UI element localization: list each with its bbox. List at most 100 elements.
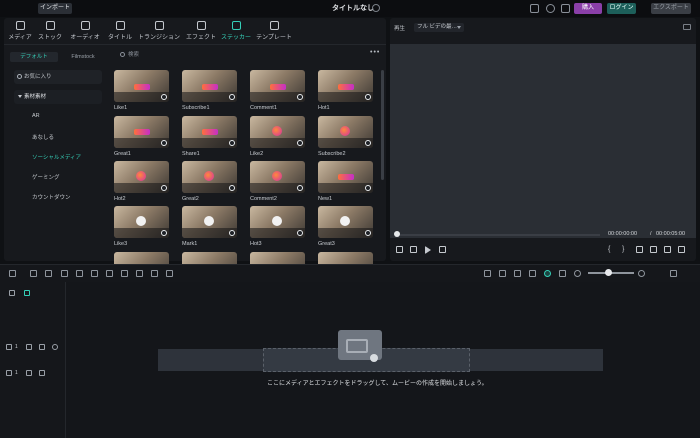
sticker-tile[interactable]: Subscribe1 [182,70,237,115]
shield-icon[interactable] [499,270,506,277]
download-icon[interactable] [229,185,235,191]
audio-mix-icon[interactable] [529,270,536,277]
download-icon[interactable] [229,140,235,146]
sidebar-item-ar[interactable]: AR [32,113,40,119]
lock-icon[interactable] [26,370,32,376]
monitor-icon[interactable] [530,4,539,13]
tab-titles[interactable]: タイトル [107,21,133,43]
marker-icon[interactable] [136,270,143,277]
layout-icon[interactable] [9,270,16,277]
sticker-tile[interactable]: Great2 [182,161,237,206]
buy-button[interactable]: 購入 [574,3,602,14]
search-input[interactable]: 検索 [118,50,318,60]
sidebar-item-social-media[interactable]: ソーシャルメディア [32,153,81,161]
import-button[interactable]: インポート [38,3,72,14]
sticker-tile[interactable]: Hot3 [250,206,305,251]
play-icon[interactable] [425,246,431,254]
tab-templates[interactable]: テンプレート [256,21,292,43]
playhead-knob[interactable] [394,231,400,237]
download-icon[interactable] [161,140,167,146]
crop-icon[interactable] [91,270,98,277]
project-settings-icon[interactable] [372,4,380,12]
keyframe-icon[interactable] [166,270,173,277]
volume-icon[interactable] [664,246,671,253]
undo-icon[interactable] [30,270,37,277]
stop-icon[interactable] [439,246,446,253]
favorites-item[interactable]: お気に入り [14,70,102,84]
tab-audio[interactable]: オーディオ [69,21,101,43]
sticker-tile[interactable]: Like3 [114,206,169,251]
download-icon[interactable] [365,230,371,236]
sticker-tile[interactable]: Comment1 [250,70,305,115]
zoom-out-icon[interactable] [574,270,581,277]
zoom-slider-knob[interactable] [605,269,612,276]
quality-select[interactable]: フル ビデの最… [414,23,464,32]
download-icon[interactable] [229,94,235,100]
export-button[interactable]: エクスポート [651,3,691,14]
download-icon[interactable] [297,94,303,100]
sticker-scrollbar[interactable] [381,70,384,180]
sidebar-item-anashiru[interactable]: あなしる [32,133,54,141]
mark-out-icon[interactable]: } [622,246,629,253]
redo-icon[interactable] [45,270,52,277]
link-icon[interactable] [24,290,30,296]
sidebar-item-countdown[interactable]: カウントダウン [32,193,71,201]
download-icon[interactable] [161,94,167,100]
download-icon[interactable] [297,140,303,146]
display-icon[interactable] [636,246,643,253]
tab-default[interactable]: デフォルト [10,52,58,62]
lock-icon[interactable] [26,344,32,350]
sticker-tile[interactable]: Like2 [250,116,305,161]
sticker-tile[interactable]: Subscribe2 [318,116,373,161]
delete-icon[interactable] [61,270,68,277]
tab-filmstock[interactable]: Filmstock [62,52,104,62]
sticker-tile[interactable]: Like1 [114,70,169,115]
zoom-in-icon[interactable] [638,270,645,277]
download-icon[interactable] [365,140,371,146]
sticker-tile[interactable]: New1 [318,161,373,206]
speed-icon[interactable] [106,270,113,277]
preview-render-icon[interactable] [559,270,566,277]
eye-icon[interactable] [52,344,58,350]
sidebar-item-gaming[interactable]: ゲーミング [32,173,60,181]
download-icon[interactable] [161,185,167,191]
cut-icon[interactable] [76,270,83,277]
preview-progress-track[interactable] [396,234,600,236]
speaker-icon[interactable] [39,370,45,376]
fullscreen-icon[interactable] [678,246,685,253]
camera-icon[interactable] [650,246,657,253]
more-options-icon[interactable]: ••• [370,49,380,56]
grid-icon[interactable] [561,4,570,13]
download-icon[interactable] [365,94,371,100]
add-track-icon[interactable] [9,290,15,296]
category-header[interactable]: 素材素材 [14,90,102,104]
timeline-settings-icon[interactable] [670,270,677,277]
download-icon[interactable] [161,230,167,236]
snap-icon[interactable] [484,270,491,277]
cloud-icon[interactable] [546,4,555,13]
mark-in-icon[interactable]: { [608,246,615,253]
preview-screen[interactable] [390,44,696,238]
tab-stickers[interactable]: ステッカー [220,21,252,43]
tab-effects[interactable]: エフェクト [185,21,217,43]
step-back-icon[interactable] [396,246,403,253]
mute-icon[interactable] [39,344,45,350]
sticker-tile[interactable]: Mark1 [182,206,237,251]
download-icon[interactable] [297,185,303,191]
sticker-tile[interactable]: Great1 [114,116,169,161]
download-icon[interactable] [229,230,235,236]
tab-transitions[interactable]: トランジション [137,21,181,43]
sticker-tile[interactable]: Share1 [182,116,237,161]
login-button[interactable]: ログイン [607,3,636,14]
mic-icon[interactable] [514,270,521,277]
tab-stock[interactable]: ストック [38,21,62,43]
color-icon[interactable] [151,270,158,277]
sticker-tile[interactable]: Hot2 [114,161,169,206]
sticker-tile[interactable]: Comment2 [250,161,305,206]
download-icon[interactable] [365,185,371,191]
tab-media[interactable]: メディア [8,21,32,43]
ai-icon[interactable] [544,270,551,277]
sticker-tile[interactable]: Hot1 [318,70,373,115]
sticker-tile[interactable]: Great3 [318,206,373,251]
text-tool-icon[interactable] [121,270,128,277]
